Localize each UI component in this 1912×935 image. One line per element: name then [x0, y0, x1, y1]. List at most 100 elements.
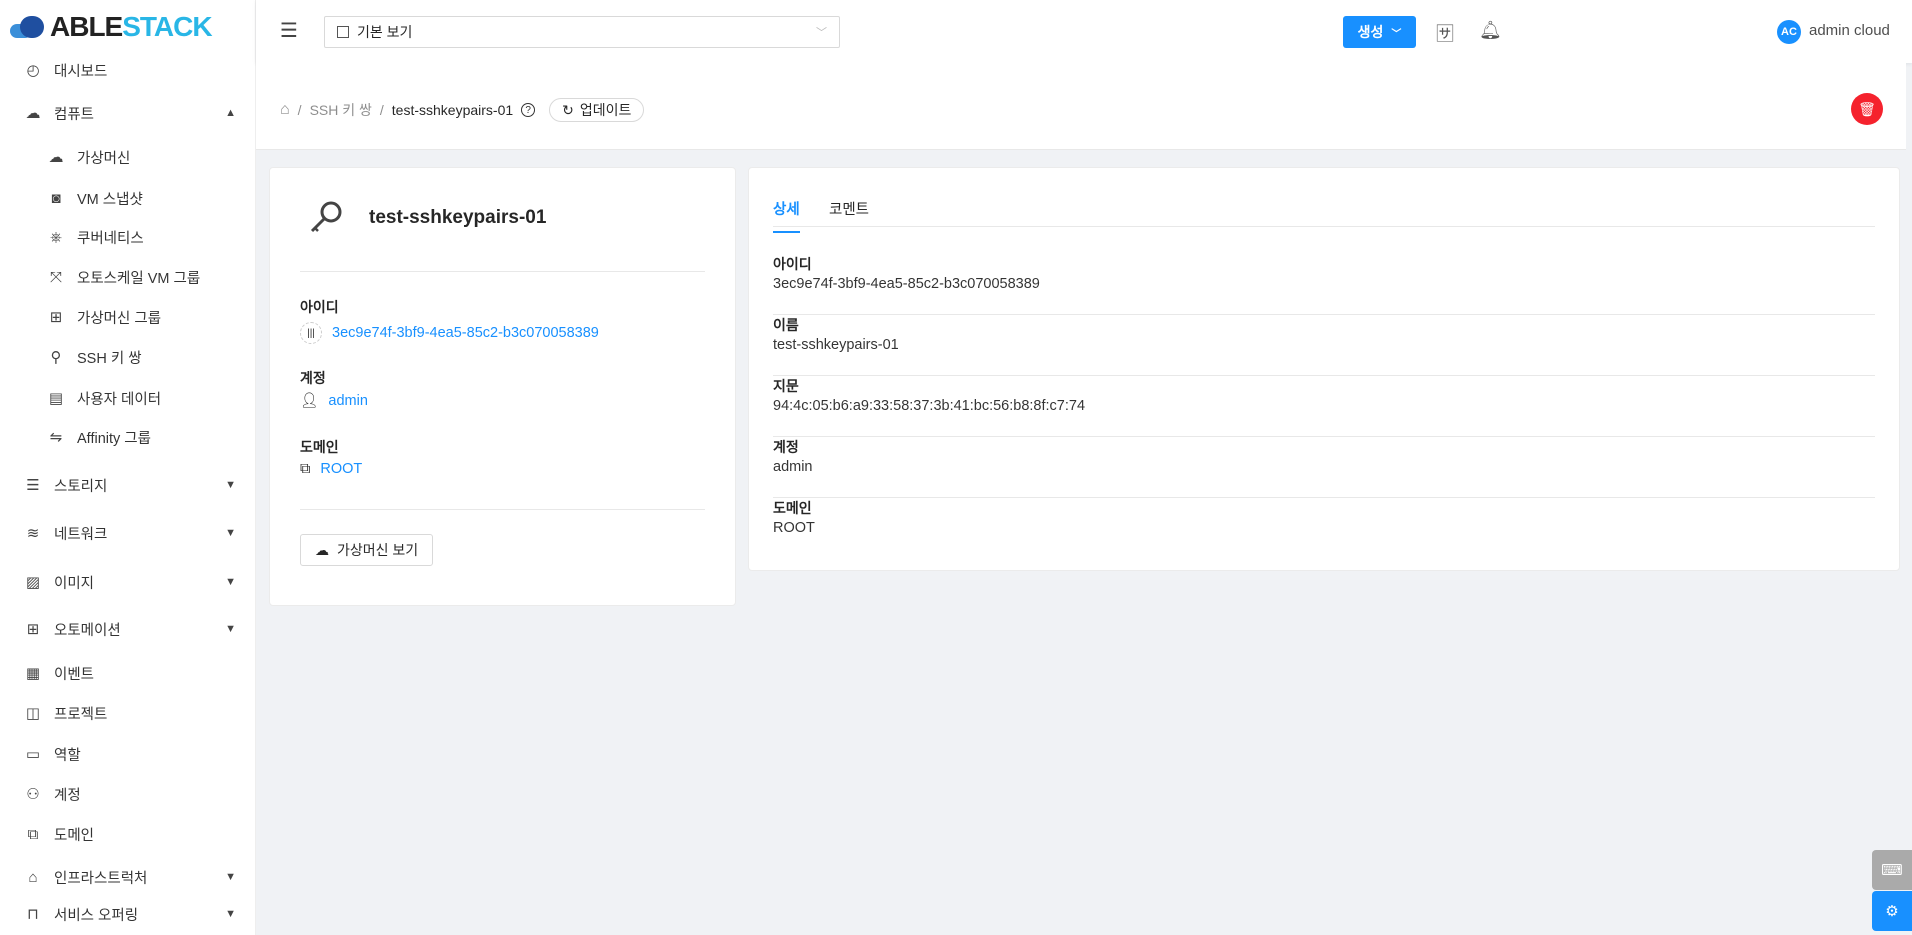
delete-button[interactable]: 🗑︎ — [1851, 93, 1883, 125]
project-icon — [337, 26, 349, 38]
sidebar-item-label: 가상머신 그룹 — [77, 310, 162, 327]
breadcrumb-current: test-sshkeypairs-01 — [391, 102, 514, 118]
chevron-up-icon: ▲ — [225, 107, 236, 119]
sidebar-item[interactable]: ⤧ 오토스케일 VM 그룹 — [0, 259, 256, 295]
detail-key: 계정 — [773, 439, 799, 455]
sidebar-item-label: 사용자 데이터 — [77, 391, 162, 408]
tab-comments[interactable]: 코멘트 — [829, 198, 869, 219]
question-circle-icon[interactable]: ? — [521, 103, 536, 117]
block-icon: ⧉ — [300, 461, 311, 477]
sidebar-item-label: 대시보드 — [54, 63, 108, 80]
schedule-icon: ▦ — [25, 665, 41, 682]
settings-button[interactable]: ⚙ — [1872, 891, 1912, 931]
delete-icon: 🗑︎ — [1858, 100, 1876, 117]
breadcrumb: ⌂ / SSH 키 쌍 / test-sshkeypairs-01 ? ↻ 업데이트 — [280, 98, 645, 122]
avatar[interactable]: AC — [1777, 20, 1801, 44]
sidebar-item-label: 도메인 — [54, 827, 95, 844]
domain-label: 도메인 — [300, 439, 339, 455]
domain-link[interactable]: ROOT — [320, 461, 362, 477]
sidebar-item-label: 이미지 — [54, 575, 95, 592]
sidebar-item[interactable]: ⇋ Affinity 그룹 — [0, 419, 256, 455]
sidebar-item[interactable]: ⎈ 쿠버네티스 — [0, 219, 256, 255]
update-button[interactable]: ↻ 업데이트 — [549, 98, 645, 122]
dashboard-icon: ◴ — [26, 62, 40, 79]
detail-key: 이름 — [773, 317, 799, 333]
sidebar-item[interactable]: ▦ 이벤트 — [0, 655, 256, 691]
detail-value: 3ec9e74f-3bf9-4ea5-85c2-b3c070058389 — [773, 276, 1040, 292]
reload-icon: ↻ — [562, 101, 574, 118]
sidebar-item[interactable]: ☰ 스토리지 ▼ — [0, 467, 256, 503]
sidebar-item[interactable]: ⌂ 인프라스트럭처 ▼ — [0, 859, 256, 895]
detail-row: 아이디 3ec9e74f-3bf9-4ea5-85c2-b3c070058389 — [773, 254, 1875, 315]
sidebar-item[interactable]: ◫ 프로젝트 — [0, 695, 256, 731]
sidebar-item[interactable]: ▨ 이미지 ▼ — [0, 564, 256, 600]
create-button[interactable]: 생성 ﹀ — [1343, 16, 1416, 48]
sidebar-item[interactable]: ☁ 컴퓨트 ▲ — [0, 95, 256, 131]
sidebar-item[interactable]: ◴ 대시보드 — [0, 52, 256, 88]
sidebar-item-label: 이벤트 — [54, 666, 95, 683]
view-select-value: 기본 보기 — [357, 24, 413, 40]
database-icon: ☰ — [26, 477, 40, 494]
cloud-server-icon: ☁ — [315, 541, 329, 558]
sidebar-item-label: 프로젝트 — [54, 706, 108, 723]
file-search-icon: ▤ — [48, 390, 64, 407]
camera-icon: ◙ — [51, 189, 61, 207]
sidebar-item[interactable]: ⊓ 서비스 오퍼링 ▼ — [0, 896, 256, 932]
block-icon: ⧉ — [27, 825, 39, 843]
chevron-down-icon: ﹀ — [816, 27, 827, 39]
menu-fold-icon[interactable]: ☰ — [280, 18, 298, 43]
cloud-server-icon: ☁ — [48, 149, 64, 166]
barcode-icon: ||| — [300, 322, 322, 344]
home-icon[interactable]: ⌂ — [280, 101, 290, 119]
sidebar-item[interactable]: ⚲ SSH 키 쌍 — [0, 339, 256, 375]
sidebar-item-label: VM 스냅샷 — [77, 191, 143, 208]
sidebar-item-label: Affinity 그룹 — [77, 430, 151, 447]
ablestack-logo[interactable]: ABLE STACK — [10, 11, 213, 42]
detail-value: 94:4c:05:b6:a9:33:58:37:3b:41:bc:56:b8:8… — [773, 398, 1086, 414]
keyboard-shortcut-button[interactable]: ⌨ — [1872, 850, 1912, 890]
chevron-down-icon: ▼ — [225, 623, 236, 635]
sidebar-item[interactable]: ▤ 사용자 데이터 — [0, 380, 256, 416]
tab-details[interactable]: 상세 — [773, 198, 800, 233]
sidebar-item-label: 역할 — [54, 747, 81, 764]
cloud-icon: ☁ — [25, 105, 41, 122]
detail-key: 도메인 — [773, 500, 812, 516]
page-header: ⌂ / SSH 키 쌍 / test-sshkeypairs-01 ? ↻ 업데이트 … — [256, 63, 1906, 150]
gear-icon: ⚙ — [1885, 903, 1899, 920]
sidebar-item[interactable]: ⊞ 가상머신 그룹 — [0, 299, 256, 335]
view-vms-label: 가상머신 보기 — [337, 542, 419, 558]
bell-icon[interactable]: 🔔︎ — [1479, 20, 1502, 41]
detail-row: 도메인 ROOT — [773, 498, 1875, 559]
sidebar-item-label: 스토리지 — [54, 478, 108, 495]
account-link[interactable]: admin — [328, 393, 368, 409]
detail-key: 지문 — [773, 378, 799, 394]
picture-icon: ▨ — [25, 574, 41, 591]
view-vms-button[interactable]: ☁ 가상머신 보기 — [300, 534, 434, 566]
cloud-logo-icon — [10, 16, 48, 38]
sidebar-item-label: 서비스 오퍼링 — [54, 907, 139, 924]
sidebar-item[interactable]: ☁ 가상머신 — [0, 139, 256, 175]
create-label: 생성 — [1357, 24, 1384, 40]
sidebar-item[interactable]: ⧉ 도메인 — [0, 816, 256, 852]
view-select[interactable]: 기본 보기 ﹀ — [324, 16, 840, 48]
detail-key: 아이디 — [773, 256, 812, 272]
resource-name: test-sshkeypairs-01 — [369, 207, 547, 228]
sidebar-item[interactable]: ▭ 역할 — [0, 736, 256, 772]
sidebar-item[interactable]: ≋ 네트워크 ▼ — [0, 515, 256, 551]
sidebar-item[interactable]: ⊞ 오토메이션 ▼ — [0, 611, 256, 647]
resource-id-link[interactable]: 3ec9e74f-3bf9-4ea5-85c2-b3c070058389 — [332, 325, 599, 341]
sidebar-item-label: 네트워크 — [54, 526, 108, 543]
breadcrumb-section[interactable]: SSH 키 쌍 — [310, 100, 372, 120]
sidebar-item-label: 오토스케일 VM 그룹 — [77, 270, 201, 287]
cluster-icon: ⊞ — [49, 309, 63, 326]
sidebar-item[interactable]: ◙ VM 스냅샷 — [0, 180, 256, 216]
translate-icon[interactable]: 🈂 — [1436, 20, 1454, 46]
sidebar-item[interactable]: ⚇ 계정 — [0, 776, 256, 812]
detail-value: admin — [773, 459, 813, 475]
chevron-down-icon: ▼ — [225, 479, 236, 491]
sidebar-item-label: 오토메이션 — [54, 622, 121, 639]
user-name[interactable]: admin cloud — [1809, 22, 1890, 39]
bank-icon: ⌂ — [28, 868, 38, 886]
chevron-down-icon: ▼ — [225, 871, 236, 883]
key-icon — [306, 198, 346, 238]
